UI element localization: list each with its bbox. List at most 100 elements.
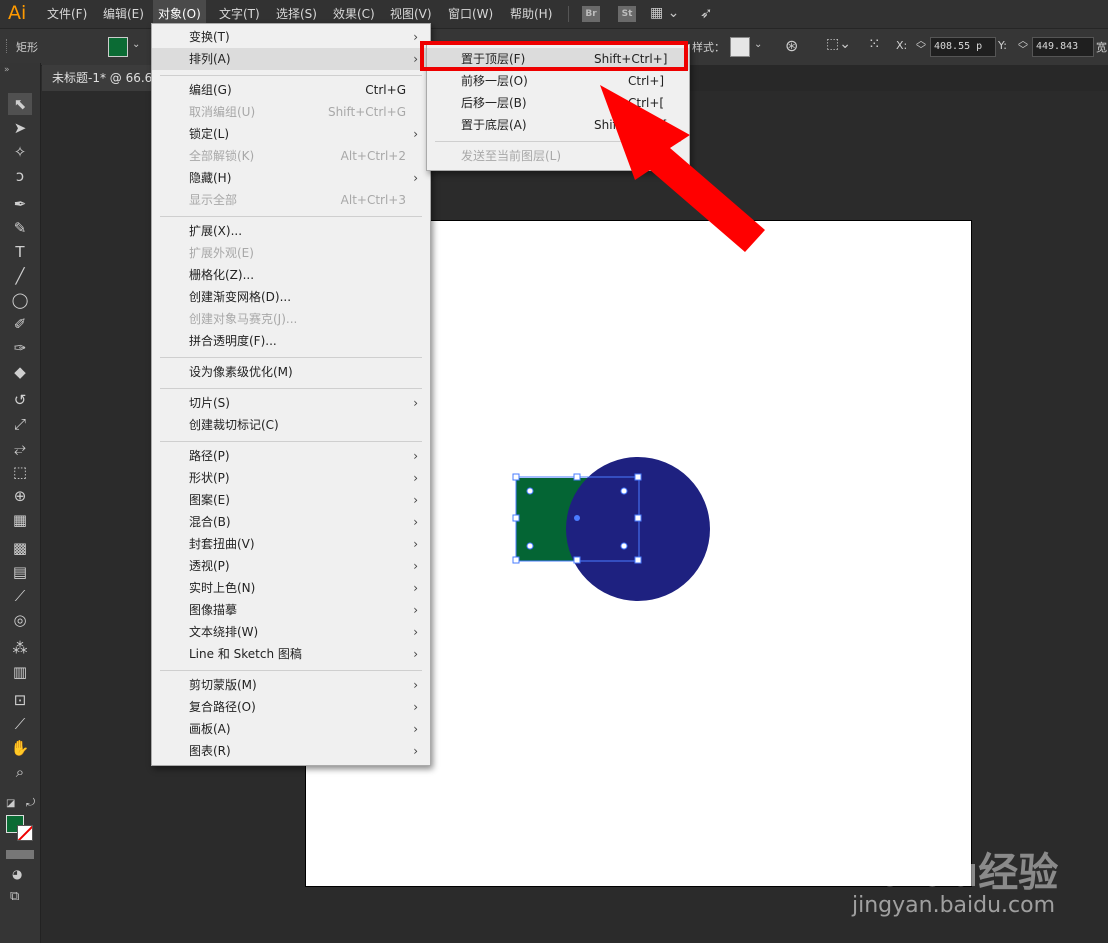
x-input[interactable]: 408.55 p [930, 37, 996, 57]
rotate-tool-icon[interactable]: ↺ [8, 389, 32, 411]
style-dropdown-icon[interactable]: ⌄ [754, 39, 762, 50]
shape-builder-tool-icon[interactable]: ⊕ [8, 485, 32, 507]
grip-icon [6, 39, 9, 53]
bridge-button[interactable]: Br [582, 6, 600, 22]
type-tool-icon[interactable]: T [8, 241, 32, 263]
menu-item-expand[interactable]: 扩展(X)... [152, 220, 430, 242]
menu-item-group[interactable]: 编组(G) Ctrl+G [152, 79, 430, 101]
collapse-toolbar-icon[interactable]: » [4, 65, 10, 75]
rocket-icon[interactable]: ➶ [700, 4, 713, 22]
y-input[interactable]: 449.843 p [1032, 37, 1094, 57]
menu-item-pattern[interactable]: 图案(E) › [152, 489, 430, 511]
curvature-tool-icon[interactable]: ✎ [8, 217, 32, 239]
menu-edit[interactable]: 编辑(E) [98, 0, 149, 28]
menu-item-hide[interactable]: 隐藏(H) › [152, 167, 430, 189]
screen-mode-icon[interactable]: ⧉ [10, 889, 19, 904]
mesh-tool-icon[interactable]: ▩ [8, 537, 32, 559]
menu-item-artboards[interactable]: 画板(A) › [152, 718, 430, 740]
menu-item-rasterize[interactable]: 栅格化(Z)... [152, 264, 430, 286]
zoom-tool-icon[interactable]: ⌕ [8, 761, 32, 783]
handle-middle-right [634, 514, 642, 522]
handle-middle-left [512, 514, 520, 522]
menu-item-clipping-mask[interactable]: 剪切蒙版(M) › [152, 674, 430, 696]
menu-item-envelope-distort[interactable]: 封套扭曲(V) › [152, 533, 430, 555]
artboard-tool-icon[interactable]: ⊡ [8, 689, 32, 711]
menu-item-shape[interactable]: 形状(P) › [152, 467, 430, 489]
tool-name-label: 矩形 [16, 41, 38, 54]
menu-help[interactable]: 帮助(H) [505, 0, 557, 28]
handle-top-right [634, 473, 642, 481]
menu-item-create-trim-marks[interactable]: 创建裁切标记(C) [152, 414, 430, 436]
style-label: 样式： [692, 41, 725, 54]
menu-item-path[interactable]: 路径(P) › [152, 445, 430, 467]
workspace-layout-icon[interactable]: ▦ ⌄ [650, 5, 679, 21]
menu-item-slice[interactable]: 切片(S) › [152, 392, 430, 414]
menu-item-graph[interactable]: 图表(R) › [152, 740, 430, 762]
width-tool-icon[interactable]: ⥂ [8, 437, 32, 459]
paintbrush-tool-icon[interactable]: ✐ [8, 313, 32, 335]
pen-tool-icon[interactable]: ✒ [8, 193, 32, 215]
column-graph-tool-icon[interactable]: ▥ [8, 661, 32, 683]
menu-item-create-gradient-mesh[interactable]: 创建渐变网格(D)... [152, 286, 430, 308]
align-icon[interactable]: ⬚⌄ [826, 36, 851, 52]
draw-mode-icon[interactable]: ◕ [12, 867, 22, 881]
default-colors-icon[interactable]: ◪ [6, 798, 15, 809]
gradient-tool-icon[interactable]: ▤ [8, 561, 32, 583]
hand-tool-icon[interactable]: ✋ [8, 737, 32, 759]
menu-item-transform[interactable]: 变换(T) › [152, 26, 430, 48]
eraser-tool-icon[interactable]: ◆ [8, 361, 32, 383]
recolor-icon[interactable]: ⊛ [785, 36, 798, 55]
menu-window[interactable]: 窗口(W) [443, 0, 498, 28]
lasso-tool-icon[interactable]: ↄ [8, 165, 32, 187]
fill-swatch[interactable] [108, 37, 128, 57]
magic-wand-tool-icon[interactable]: ✧ [8, 141, 32, 163]
menu-item-expand-appearance: 扩展外观(E) [189, 246, 254, 260]
handle-bottom-right [634, 556, 642, 564]
handle-bottom-left [512, 556, 520, 564]
menu-item-perspective[interactable]: 透视(P) › [152, 555, 430, 577]
y-stepper-icon[interactable]: ︿ ﹀ [1018, 37, 1028, 56]
stroke-color-box[interactable] [17, 825, 33, 841]
menu-item-line-and-sketch[interactable]: Line 和 Sketch 图稿 › [152, 643, 430, 665]
x-stepper-icon[interactable]: ︿ ﹀ [916, 37, 926, 56]
color-mode-buttons[interactable] [6, 850, 34, 859]
shaper-tool-icon[interactable]: ✑ [8, 337, 32, 359]
toolbar: » ⬉ ➤ ✧ ↄ ✒ ✎ T ╱ ◯ ✐ ✑ ◆ ↺ ⤢ ⥂ ⬚ ⊕ ▦ ▩ … [0, 63, 41, 943]
line-tool-icon[interactable]: ╱ [8, 265, 32, 287]
menu-item-live-paint[interactable]: 实时上色(N) › [152, 577, 430, 599]
menu-item-flatten-transparency[interactable]: 拼合透明度(F)... [152, 330, 430, 352]
free-transform-tool-icon[interactable]: ⬚ [8, 461, 32, 483]
menu-separator [160, 441, 422, 442]
selection-tool-icon[interactable]: ⬉ [8, 93, 32, 115]
menu-item-blend[interactable]: 混合(B) › [152, 511, 430, 533]
scale-tool-icon[interactable]: ⤢ [8, 413, 32, 435]
menu-file[interactable]: 文件(F) [42, 0, 92, 28]
handle-top-center [573, 473, 581, 481]
center-point [574, 515, 580, 521]
menu-item-text-wrap[interactable]: 文本绕排(W) › [152, 621, 430, 643]
menu-item-compound-path[interactable]: 复合路径(O) › [152, 696, 430, 718]
swap-colors-icon[interactable]: ⤾ [26, 796, 35, 810]
menu-item-image-trace[interactable]: 图像描摹 › [152, 599, 430, 621]
reference-point-icon[interactable]: ⁙ [868, 35, 881, 53]
fill-dropdown-icon[interactable]: ⌄ [132, 39, 140, 50]
menu-separator [160, 357, 422, 358]
watermark-url: jingyan.baidu.com [852, 893, 1056, 918]
symbol-sprayer-tool-icon[interactable]: ⁂ [8, 637, 32, 659]
y-label: Y: [998, 39, 1007, 52]
eyedropper-tool-icon[interactable]: ⟋ [8, 585, 32, 607]
menu-item-lock[interactable]: 锁定(L) › [152, 123, 430, 145]
perspective-grid-tool-icon[interactable]: ▦ [8, 509, 32, 531]
ellipse-tool-icon[interactable]: ◯ [8, 289, 32, 311]
blend-tool-icon[interactable]: ◎ [8, 609, 32, 631]
object-menu: 变换(T) › 排列(A) › 编组(G) Ctrl+G 取消编组(U) Shift+C… [151, 23, 431, 766]
menu-separator [160, 216, 422, 217]
menu-item-pixel-perfect[interactable]: 设为像素级优化(M) [152, 361, 430, 383]
menu-item-arrange[interactable]: 排列(A) › [152, 48, 430, 70]
style-swatch[interactable] [730, 37, 750, 57]
x-label: X: [896, 39, 908, 52]
slice-tool-icon[interactable]: ⟋ [8, 713, 32, 735]
direct-selection-tool-icon[interactable]: ➤ [8, 117, 32, 139]
menu-separator [160, 75, 422, 76]
stock-button[interactable]: St [618, 6, 636, 22]
